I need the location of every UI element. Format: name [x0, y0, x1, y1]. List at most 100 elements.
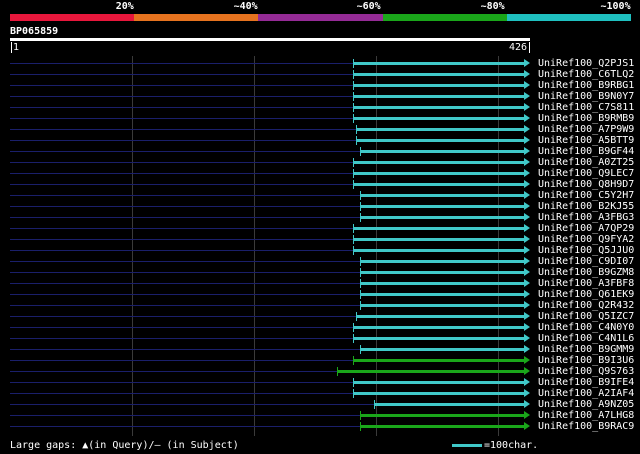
- hit-row[interactable]: UniRef100_A7QP29: [10, 223, 634, 234]
- hit-label[interactable]: UniRef100_Q61EK9: [538, 289, 634, 300]
- hit-label[interactable]: UniRef100_C9DI07: [538, 256, 634, 267]
- unaligned-region: [10, 74, 353, 75]
- legend-percent-label: ~100%: [600, 1, 631, 12]
- hit-label[interactable]: UniRef100_C7S811: [538, 102, 634, 113]
- hit-row[interactable]: UniRef100_B9RAC9: [10, 421, 634, 432]
- unaligned-region: [10, 316, 357, 317]
- hit-row[interactable]: UniRef100_C5Y2H7: [10, 190, 634, 201]
- hit-label[interactable]: UniRef100_C4N0Y0: [538, 322, 634, 333]
- hit-label[interactable]: UniRef100_C4N1L6: [538, 333, 634, 344]
- hit-arrow-icon: [524, 125, 530, 133]
- hit-row[interactable]: UniRef100_Q9LEC7: [10, 168, 634, 179]
- hit-label[interactable]: UniRef100_Q5IZC7: [538, 311, 634, 322]
- legend-percent-label: 20%: [115, 1, 134, 12]
- hit-row[interactable]: UniRef100_Q61EK9: [10, 289, 634, 300]
- hit-row[interactable]: UniRef100_Q2PJS1: [10, 58, 634, 69]
- hit-row[interactable]: UniRef100_A2IAF4: [10, 388, 634, 399]
- hit-row[interactable]: UniRef100_A3FBG3: [10, 212, 634, 223]
- hit-row[interactable]: UniRef100_C9DI07: [10, 256, 634, 267]
- hit-row[interactable]: UniRef100_Q9FYA2: [10, 234, 634, 245]
- hit-label[interactable]: UniRef100_A7P9W9: [538, 124, 634, 135]
- hit-row[interactable]: UniRef100_B9I3U6: [10, 355, 634, 366]
- unaligned-region: [10, 294, 360, 295]
- hit-row[interactable]: UniRef100_Q2R432: [10, 300, 634, 311]
- aligned-segment: [359, 194, 524, 197]
- hit-label[interactable]: UniRef100_B9RBG1: [538, 80, 634, 91]
- hit-label[interactable]: UniRef100_Q9S763: [538, 366, 634, 377]
- aligned-segment: [352, 227, 524, 230]
- hit-row[interactable]: UniRef100_B9RMB9: [10, 113, 634, 124]
- hit-label[interactable]: UniRef100_B9GZM8: [538, 267, 634, 278]
- unaligned-region: [10, 360, 353, 361]
- aligned-segment: [352, 238, 524, 241]
- hit-row[interactable]: UniRef100_C7S811: [10, 102, 634, 113]
- legend-segment: [10, 14, 135, 21]
- legend-percent-label: ~40%: [233, 1, 258, 12]
- hit-row[interactable]: UniRef100_Q8H9D7: [10, 179, 634, 190]
- hit-row[interactable]: UniRef100_C4N0Y0: [10, 322, 634, 333]
- hit-label[interactable]: UniRef100_A2IAF4: [538, 388, 634, 399]
- hit-row[interactable]: UniRef100_B9IFE4: [10, 377, 634, 388]
- hit-label[interactable]: UniRef100_B9IFE4: [538, 377, 634, 388]
- hit-label[interactable]: UniRef100_A3FBF8: [538, 278, 634, 289]
- hit-row[interactable]: UniRef100_A7P9W9: [10, 124, 634, 135]
- hit-label[interactable]: UniRef100_B9RMB9: [538, 113, 634, 124]
- hit-label[interactable]: UniRef100_A7LHG8: [538, 410, 634, 421]
- hit-label[interactable]: UniRef100_B9N0Y7: [538, 91, 634, 102]
- unaligned-region: [10, 404, 375, 405]
- hit-row[interactable]: UniRef100_Q5JJU0: [10, 245, 634, 256]
- hit-label[interactable]: UniRef100_A5BTT9: [538, 135, 634, 146]
- hit-label[interactable]: UniRef100_B9GMM9: [538, 344, 634, 355]
- hit-label[interactable]: UniRef100_Q9LEC7: [538, 168, 634, 179]
- hit-arrow-icon: [524, 323, 530, 331]
- hit-label[interactable]: UniRef100_Q2R432: [538, 300, 634, 311]
- unaligned-region: [10, 184, 353, 185]
- hit-row[interactable]: UniRef100_A3FBF8: [10, 278, 634, 289]
- hit-row[interactable]: UniRef100_B9GZM8: [10, 267, 634, 278]
- hit-row[interactable]: UniRef100_A7LHG8: [10, 410, 634, 421]
- legend-segment: [506, 14, 632, 21]
- hit-row[interactable]: UniRef100_A0ZT25: [10, 157, 634, 168]
- hit-label[interactable]: UniRef100_B2KJ55: [538, 201, 634, 212]
- hit-label[interactable]: UniRef100_B9RAC9: [538, 421, 634, 432]
- hit-label[interactable]: UniRef100_A9NZ05: [538, 399, 634, 410]
- hit-label[interactable]: UniRef100_C5Y2H7: [538, 190, 634, 201]
- unaligned-region: [10, 327, 353, 328]
- hit-label[interactable]: UniRef100_A3FBG3: [538, 212, 634, 223]
- hit-row[interactable]: UniRef100_Q5IZC7: [10, 311, 634, 322]
- hit-label[interactable]: UniRef100_Q8H9D7: [538, 179, 634, 190]
- aligned-segment: [359, 260, 524, 263]
- hit-arrow-icon: [524, 213, 530, 221]
- hit-arrow-icon: [524, 202, 530, 210]
- scale-bar: [452, 444, 482, 447]
- hit-row[interactable]: UniRef100_B9RBG1: [10, 80, 634, 91]
- hit-label[interactable]: UniRef100_Q5JJU0: [538, 245, 634, 256]
- hit-label[interactable]: UniRef100_Q9FYA2: [538, 234, 634, 245]
- hit-row[interactable]: UniRef100_A5BTT9: [10, 135, 634, 146]
- aligned-segment: [359, 216, 524, 219]
- hit-label[interactable]: UniRef100_C6TLQ2: [538, 69, 634, 80]
- hit-label[interactable]: UniRef100_A0ZT25: [538, 157, 634, 168]
- aligned-segment: [356, 139, 524, 142]
- hit-row[interactable]: UniRef100_C4N1L6: [10, 333, 634, 344]
- hit-arrow-icon: [524, 92, 530, 100]
- hit-label[interactable]: UniRef100_A7QP29: [538, 223, 634, 234]
- hit-row[interactable]: UniRef100_Q9S763: [10, 366, 634, 377]
- hit-row[interactable]: UniRef100_B9GMM9: [10, 344, 634, 355]
- hit-arrow-icon: [524, 301, 530, 309]
- hit-arrow-icon: [524, 389, 530, 397]
- aligned-segment: [359, 348, 524, 351]
- hit-label[interactable]: UniRef100_Q2PJS1: [538, 58, 634, 69]
- hit-row[interactable]: UniRef100_A9NZ05: [10, 399, 634, 410]
- hit-row[interactable]: UniRef100_B9N0Y7: [10, 91, 634, 102]
- hit-label[interactable]: UniRef100_B9I3U6: [538, 355, 634, 366]
- hit-arrow-icon: [524, 411, 530, 419]
- hit-row[interactable]: UniRef100_B2KJ55: [10, 201, 634, 212]
- aligned-segment: [359, 150, 524, 153]
- hit-arrow-icon: [524, 180, 530, 188]
- hit-row[interactable]: UniRef100_C6TLQ2: [10, 69, 634, 80]
- hit-label[interactable]: UniRef100_B9GF44: [538, 146, 634, 157]
- hit-row[interactable]: UniRef100_B9GF44: [10, 146, 634, 157]
- aligned-segment: [356, 128, 524, 131]
- aligned-segment: [359, 282, 524, 285]
